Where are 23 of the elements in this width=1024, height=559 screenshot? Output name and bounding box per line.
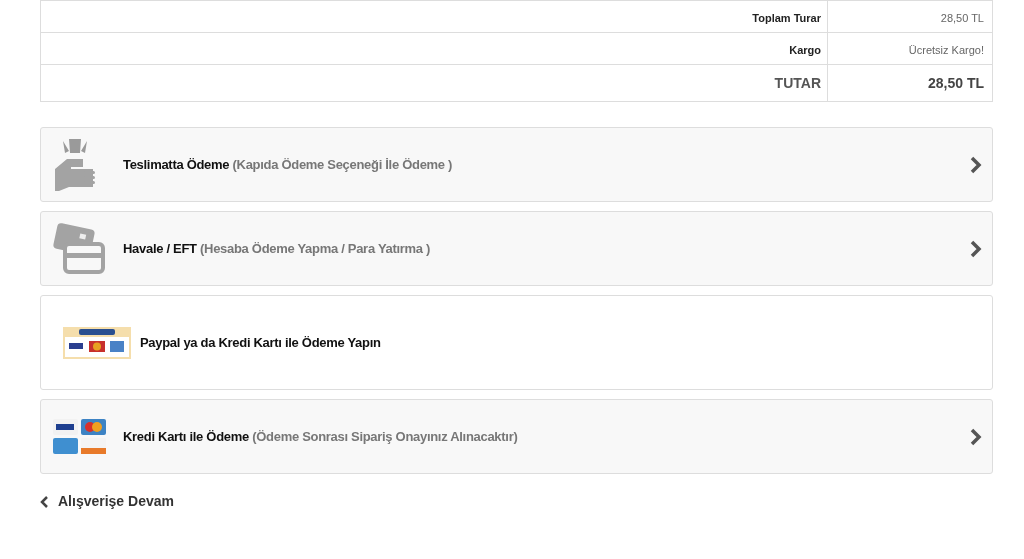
- payment-option[interactable]: Teslimatta Ödeme (Kapıda Ödeme Seçeneği İle Ödeme ): [40, 127, 993, 202]
- chevron-right-icon: [970, 427, 982, 446]
- credit-cards-icon: [53, 221, 107, 276]
- chevron-right-icon: [970, 239, 982, 258]
- card-logos-icon: [63, 326, 131, 359]
- payment-option[interactable]: Paypal ya da Kredi Kartı ile Ödeme Yapın: [40, 295, 993, 390]
- payment-option[interactable]: Havale / EFT (Hesaba Ödeme Yapma / Para Yatırma ): [40, 211, 993, 286]
- card-logos-icon: [53, 418, 107, 455]
- summary-value: Ücretsiz Kargo!: [908, 43, 984, 56]
- chevron-right-icon: [970, 155, 982, 174]
- payment-option[interactable]: Kredi Kartı ile Ödeme (Ödeme Sonrası Sipariş Onayınız Alınacaktır): [40, 399, 993, 474]
- summary-label: Kargo: [789, 43, 821, 56]
- payment-option-title: Kredi Kartı ile Ödeme (Ödeme Sonrası Sipariş Onayınız Alınacaktır): [123, 427, 519, 446]
- payment-option-title: Paypal ya da Kredi Kartı ile Ödeme Yapın: [140, 333, 382, 352]
- chevron-left-icon: [40, 495, 49, 508]
- summary-label: TUTAR: [774, 75, 821, 91]
- summary-value: 28,50 TL: [940, 11, 984, 24]
- summary-value: 28,50 TL: [927, 75, 984, 91]
- continue-shopping-link[interactable]: Alışverişe Devam: [40, 491, 174, 512]
- summary-label: Toplam Turar: [752, 11, 821, 24]
- hand-money-icon: [53, 138, 97, 191]
- payment-option-title: Havale / EFT (Hesaba Ödeme Yapma / Para Yatırma ): [123, 239, 432, 258]
- payment-option-title: Teslimatta Ödeme (Kapıda Ödeme Seçeneği İle Ödeme ): [123, 155, 454, 174]
